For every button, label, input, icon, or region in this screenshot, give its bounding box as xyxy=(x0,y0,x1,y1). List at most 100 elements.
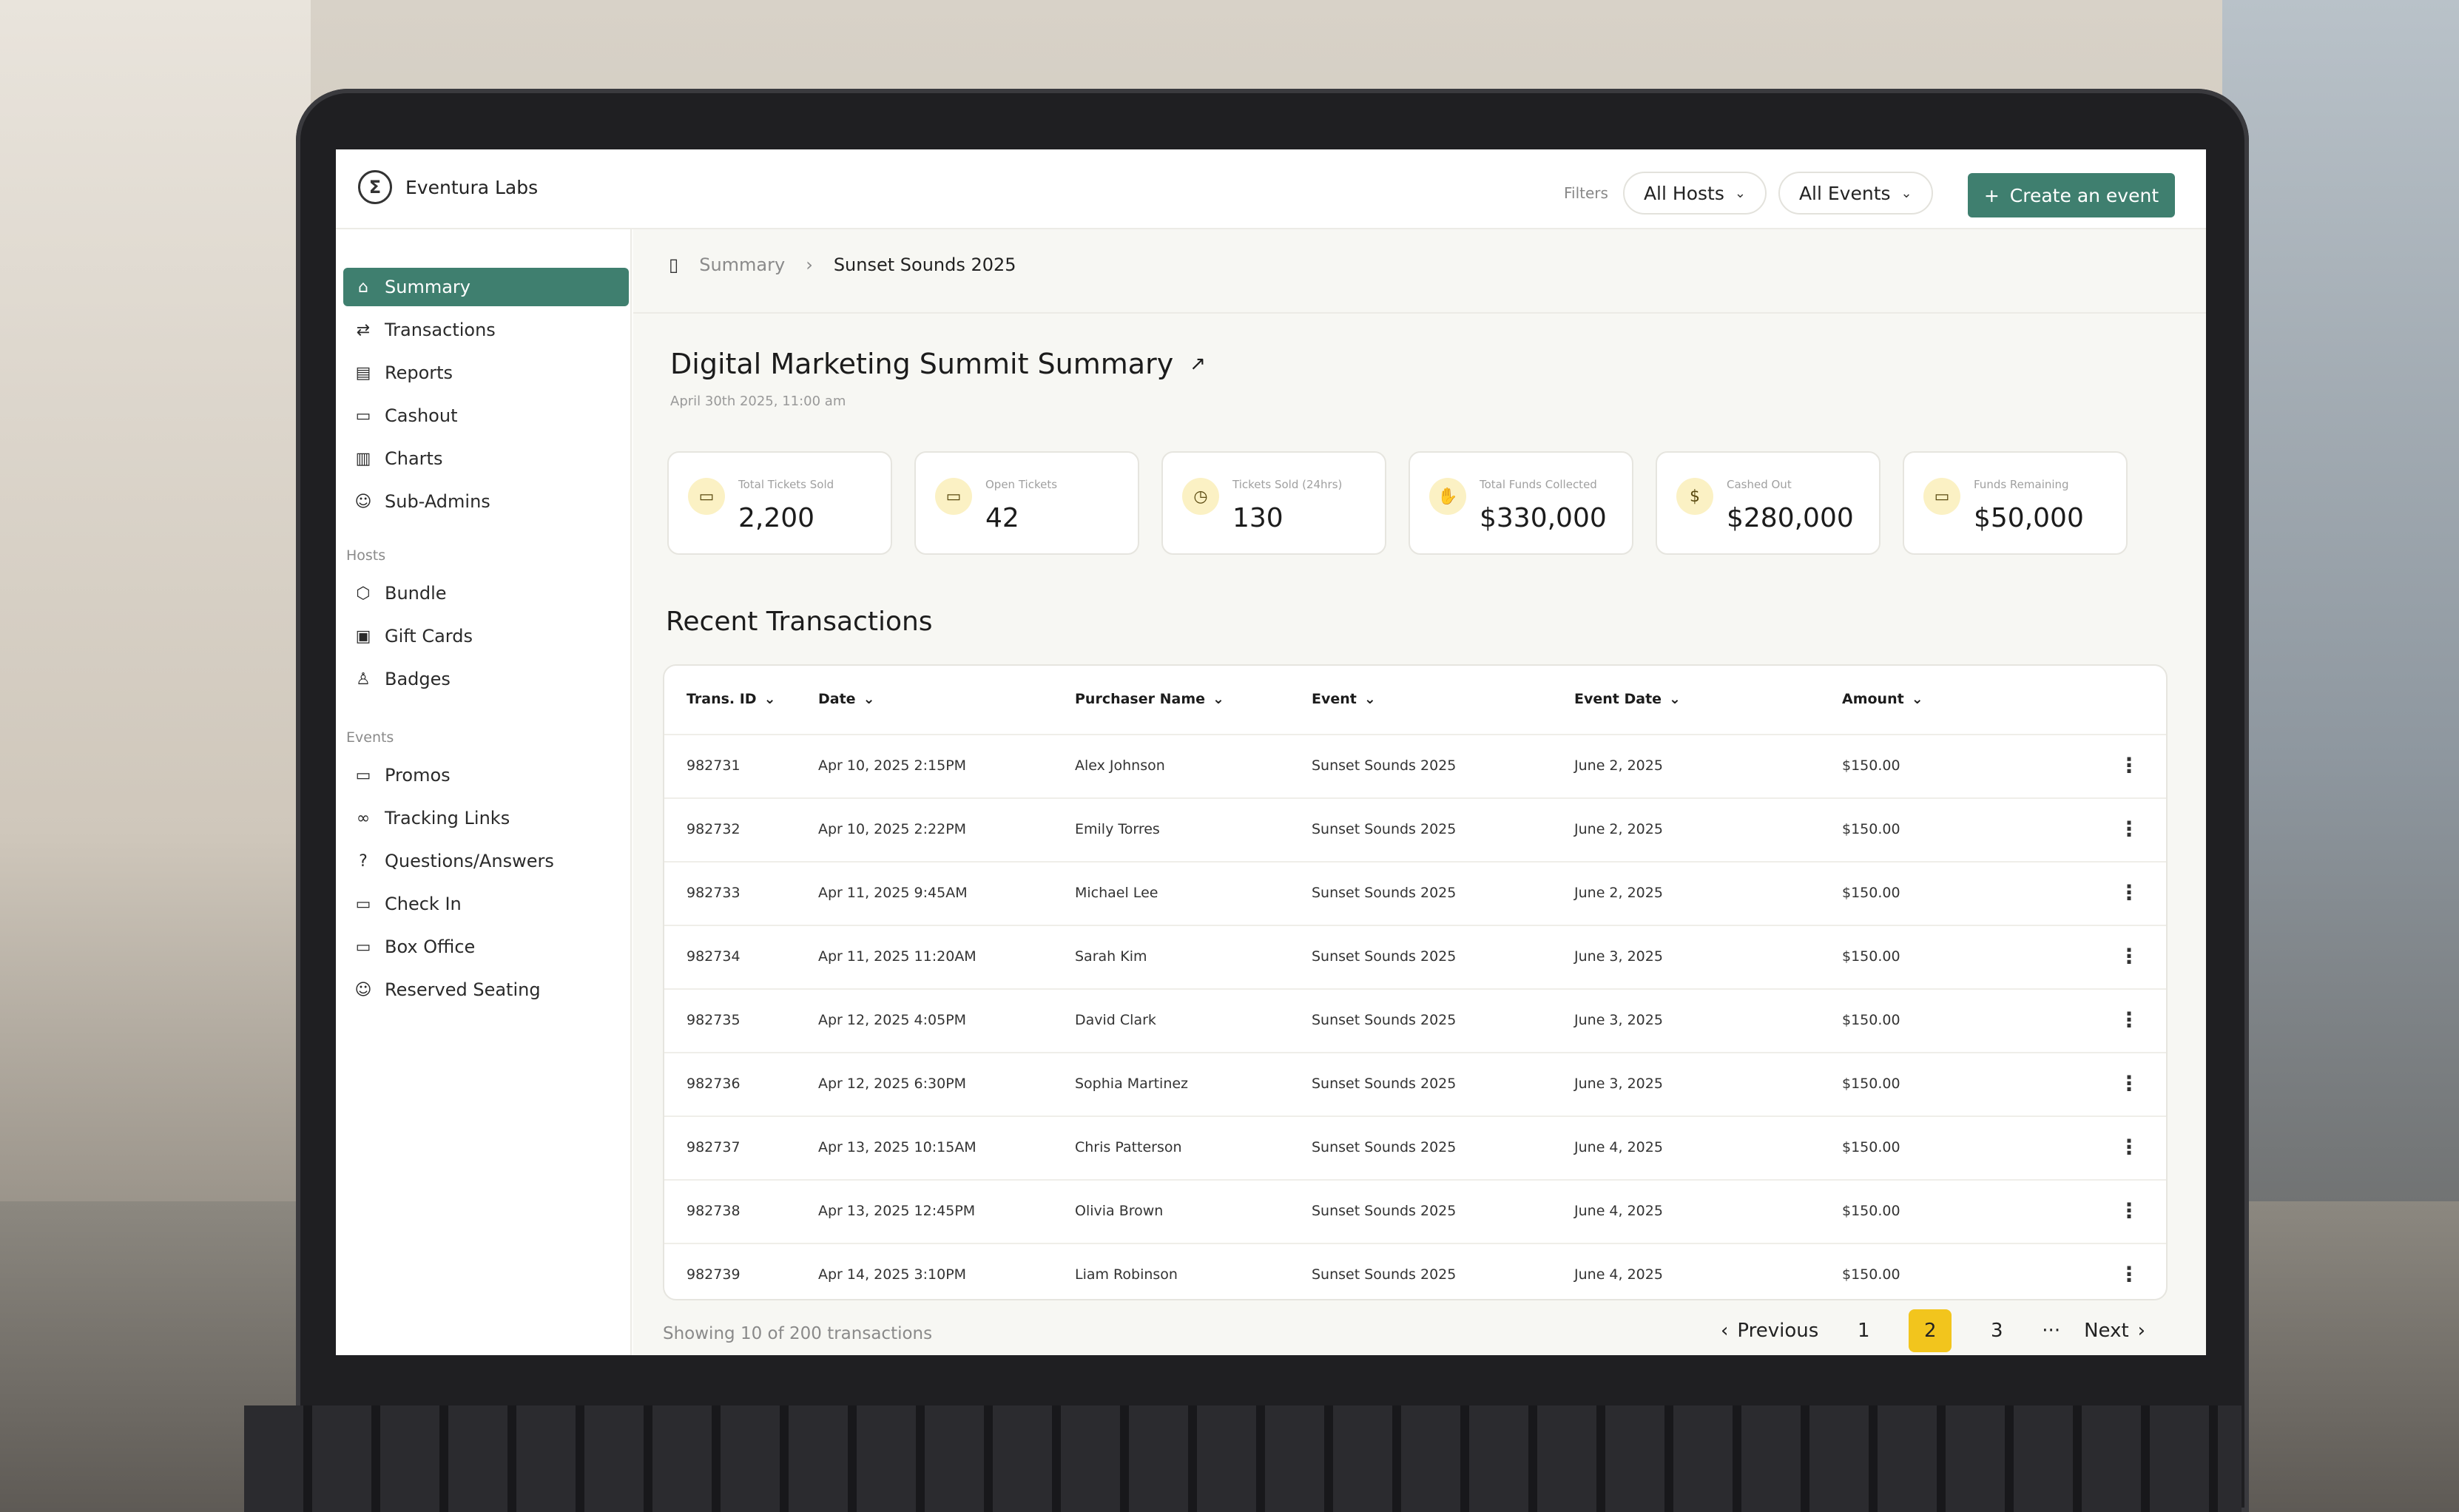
sidebar: ⌂ Summary ⇄ Transactions ▤ Reports ▭ Cas… xyxy=(336,229,632,1355)
stat-card-tickets-sold-24hrs: ◷ Tickets Sold (24hrs) 130 xyxy=(1161,451,1386,555)
cell-purchaser-name: Sophia Martinez xyxy=(1075,1076,1189,1092)
chevron-down-icon: ⌄ xyxy=(1900,185,1912,201)
table-row[interactable]: 982734 Apr 11, 2025 11:20AM Sarah Kim Sunse… xyxy=(664,925,2166,988)
previous-label: Previous xyxy=(1737,1320,1819,1342)
sidebar-item-promos[interactable]: ▭ Promos xyxy=(343,756,629,794)
cell-amount: $150.00 xyxy=(1842,821,1900,837)
cell-event-date: June 2, 2025 xyxy=(1574,757,1663,774)
home-icon: ⌂ xyxy=(358,277,368,297)
ticket-icon: ▭ xyxy=(355,894,371,914)
table-row[interactable]: 982737 Apr 13, 2025 10:15AM Chris Patterso… xyxy=(664,1116,2166,1179)
stat-value: 2,200 xyxy=(738,503,815,533)
sidebar-item-box-office[interactable]: ▭ Box Office xyxy=(343,928,629,966)
box-icon: ⬡ xyxy=(356,584,371,603)
sidebar-item-charts[interactable]: ▥ Charts xyxy=(343,439,629,478)
sidebar-item-label: Bundle xyxy=(385,583,447,604)
sidebar-item-cashout[interactable]: ▭ Cashout xyxy=(343,396,629,435)
table-row[interactable]: 982733 Apr 11, 2025 9:45AM Michael Lee Suns… xyxy=(664,861,2166,925)
row-actions-icon[interactable]: ⋮ xyxy=(2119,880,2139,905)
table-row[interactable]: 982738 Apr 13, 2025 12:45PM Olivia Brown Su… xyxy=(664,1179,2166,1243)
stat-card-total-tickets-sold: ▭ Total Tickets Sold 2,200 xyxy=(667,451,892,555)
stats-cards: ▭ Total Tickets Sold 2,200 ▭ Open Ticket… xyxy=(667,451,2128,555)
question-icon: ? xyxy=(359,851,368,871)
sidebar-item-check-in[interactable]: ▭ Check In xyxy=(343,885,629,923)
cash-icon: ▭ xyxy=(1923,478,1960,515)
cell-date: Apr 11, 2025 11:20AM xyxy=(818,948,976,965)
cell-purchaser-name: Sarah Kim xyxy=(1075,948,1147,965)
column-header-event-date[interactable]: Event Date ⌄ xyxy=(1574,691,1681,707)
stat-label: Funds Remaining xyxy=(1974,478,2069,491)
column-header-label: Event Date xyxy=(1574,691,1662,707)
sidebar-item-label: Questions/Answers xyxy=(385,851,554,871)
column-header-trans-id[interactable]: Trans. ID ⌄ xyxy=(687,691,776,707)
cell-date: Apr 10, 2025 2:15PM xyxy=(818,757,967,774)
cell-amount: $150.00 xyxy=(1842,885,1900,901)
sidebar-item-reports[interactable]: ▤ Reports xyxy=(343,354,629,392)
breadcrumb-parent[interactable]: Summary xyxy=(699,254,785,275)
row-actions-icon[interactable]: ⋮ xyxy=(2119,1262,2139,1286)
sidebar-toggle-icon[interactable]: ▯ xyxy=(669,254,678,275)
create-event-button[interactable]: + Create an event xyxy=(1968,173,2175,217)
brand[interactable]: Σ Eventura Labs xyxy=(358,170,538,204)
cell-event: Sunset Sounds 2025 xyxy=(1312,757,1457,774)
cell-event-date: June 3, 2025 xyxy=(1574,948,1663,965)
table-row[interactable]: 982736 Apr 12, 2025 6:30PM Sophia Martinez… xyxy=(664,1052,2166,1116)
previous-page-button[interactable]: ‹ Previous xyxy=(1721,1320,1818,1342)
arrows-swap-icon: ⇄ xyxy=(356,320,371,340)
user-plus-icon: ☺ xyxy=(354,980,372,999)
sidebar-item-bundle[interactable]: ⬡ Bundle xyxy=(343,574,629,612)
column-header-amount[interactable]: Amount ⌄ xyxy=(1842,691,1923,707)
cell-event-date: June 3, 2025 xyxy=(1574,1076,1663,1092)
laptop-keyboard xyxy=(244,1405,2242,1512)
events-select[interactable]: All Events ⌄ xyxy=(1778,172,1933,215)
stat-card-open-tickets: ▭ Open Tickets 42 xyxy=(914,451,1139,555)
row-actions-icon[interactable]: ⋮ xyxy=(2119,944,2139,968)
column-header-date[interactable]: Date ⌄ xyxy=(818,691,874,707)
table-row[interactable]: 982739 Apr 14, 2025 3:10PM Liam Robinson Su… xyxy=(664,1243,2166,1299)
row-actions-icon[interactable]: ⋮ xyxy=(2119,753,2139,777)
cell-event-date: June 4, 2025 xyxy=(1574,1139,1663,1155)
events-section-label: Events xyxy=(346,729,394,746)
cell-trans-id: 982737 xyxy=(687,1139,741,1155)
row-actions-icon[interactable]: ⋮ xyxy=(2119,1071,2139,1096)
page-1-button[interactable]: 1 xyxy=(1842,1309,1885,1352)
coin-icon: $ xyxy=(1676,478,1713,515)
sidebar-item-questions-answers[interactable]: ? Questions/Answers xyxy=(343,842,629,880)
sidebar-item-label: Sub-Admins xyxy=(385,491,490,512)
table-row[interactable]: 982735 Apr 12, 2025 4:05PM David Clark Suns… xyxy=(664,988,2166,1052)
ellipsis: ··· xyxy=(2042,1320,2061,1342)
cell-date: Apr 13, 2025 10:15AM xyxy=(818,1139,976,1155)
chevron-down-icon: ⌄ xyxy=(863,691,875,707)
table-row[interactable]: 982731 Apr 10, 2025 2:15PM Alex Johnson Sun… xyxy=(664,734,2166,797)
sidebar-item-label: Tracking Links xyxy=(385,808,510,828)
stat-label: Total Tickets Sold xyxy=(738,478,834,491)
table-row[interactable]: 982732 Apr 10, 2025 2:22PM Emily Torres Sun… xyxy=(664,797,2166,861)
cell-purchaser-name: Chris Patterson xyxy=(1075,1139,1182,1155)
sidebar-item-reserved-seating[interactable]: ☺ Reserved Seating xyxy=(343,971,629,1009)
next-page-button[interactable]: Next › xyxy=(2084,1320,2145,1342)
sidebar-item-summary[interactable]: ⌂ Summary xyxy=(343,268,629,306)
page-2-button[interactable]: 2 xyxy=(1909,1309,1952,1352)
hosts-select[interactable]: All Hosts ⌄ xyxy=(1622,172,1767,215)
main-content: ▯ Summary › Sunset Sounds 2025 Digital M… xyxy=(633,229,2206,1355)
sidebar-item-tracking-links[interactable]: ∞ Tracking Links xyxy=(343,799,629,837)
row-actions-icon[interactable]: ⋮ xyxy=(2119,1008,2139,1032)
sidebar-item-gift-cards[interactable]: ▣ Gift Cards xyxy=(343,617,629,655)
app-screen: Σ Eventura Labs Filters All Hosts ⌄ All … xyxy=(336,149,2206,1355)
cell-event: Sunset Sounds 2025 xyxy=(1312,821,1457,837)
row-actions-icon[interactable]: ⋮ xyxy=(2119,1135,2139,1159)
column-header-event[interactable]: Event ⌄ xyxy=(1312,691,1376,707)
page-3-button[interactable]: 3 xyxy=(1975,1309,2018,1352)
sidebar-item-label: Transactions xyxy=(385,320,496,340)
column-header-purchaser-name[interactable]: Purchaser Name ⌄ xyxy=(1075,691,1224,707)
sidebar-item-sub-admins[interactable]: ☺ Sub-Admins xyxy=(343,482,629,521)
external-link-icon[interactable]: ↗ xyxy=(1190,353,1206,375)
row-actions-icon[interactable]: ⋮ xyxy=(2119,817,2139,841)
chevron-right-icon: › xyxy=(2137,1320,2146,1342)
sidebar-item-transactions[interactable]: ⇄ Transactions xyxy=(343,311,629,349)
sidebar-item-badges[interactable]: ♙ Badges xyxy=(343,660,629,698)
cell-event: Sunset Sounds 2025 xyxy=(1312,1266,1457,1283)
row-actions-icon[interactable]: ⋮ xyxy=(2119,1198,2139,1223)
cell-event: Sunset Sounds 2025 xyxy=(1312,1012,1457,1028)
sidebar-item-label: Charts xyxy=(385,448,443,469)
